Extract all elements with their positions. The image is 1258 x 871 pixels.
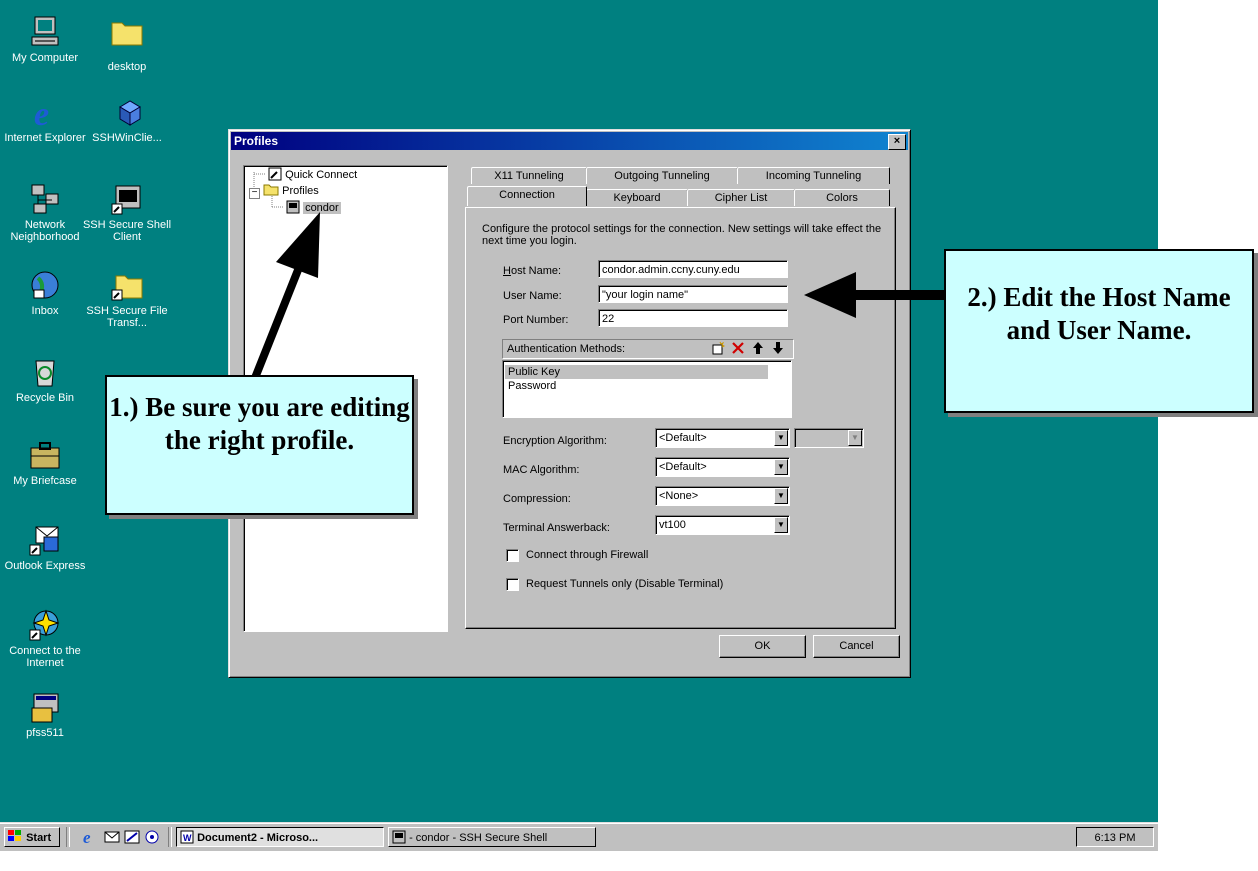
outlook-quicklaunch-icon[interactable] [104, 829, 120, 848]
desktop: My Computer desktop e Internet Explorer … [0, 0, 1254, 822]
system-clock[interactable]: 6:13 PM [1076, 827, 1154, 847]
taskbar: Start e W Document2 - Microso... - condo… [0, 822, 1158, 851]
ssh-terminal-icon [392, 830, 406, 844]
arrow-two-head [804, 272, 856, 318]
callout-edit-host-and-user: 2.) Edit the Host Name and User Name. [944, 249, 1254, 413]
word-document-icon: W [180, 830, 194, 844]
task-document2[interactable]: W Document2 - Microso... [176, 827, 384, 847]
windows-logo-icon [8, 830, 21, 841]
svg-text:e: e [83, 829, 91, 845]
channels-icon[interactable] [144, 829, 160, 848]
callout-edit-right-profile: 1.) Be sure you are editing the right pr… [105, 375, 414, 515]
taskbar-separator [168, 827, 172, 847]
arrow-two-shaft [852, 290, 944, 300]
ie-quicklaunch-icon[interactable]: e [82, 828, 98, 848]
taskbar-separator [66, 827, 70, 847]
task-ssh-secure-shell[interactable]: - condor - SSH Secure Shell [388, 827, 596, 847]
tab-connection[interactable]: Connection [467, 186, 587, 206]
start-button[interactable]: Start [4, 827, 60, 847]
svg-text:W: W [183, 833, 192, 843]
arrow-one-head [276, 212, 320, 278]
arrow-one-shaft [249, 268, 302, 385]
show-desktop-icon[interactable] [124, 829, 140, 848]
